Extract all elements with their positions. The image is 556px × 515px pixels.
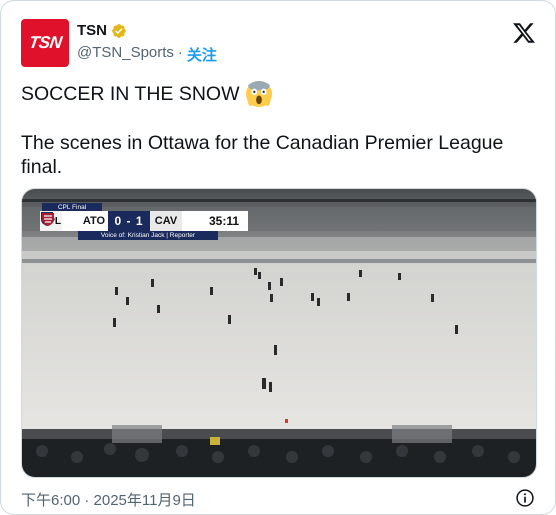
author-name-row: TSN [77,22,127,39]
match-clock: 35:11 [202,211,246,231]
verified-badge-icon [112,23,126,38]
post-text: SOCCER IN THE SNOW The scenes in Ottawa … [21,81,537,179]
post-timestamp[interactable]: 下午6:00 · 2025年11月9日 [21,489,196,510]
video-media[interactable]: CPL Final CPL ATO 0 - 1 CAV 35:11 Voi [21,188,537,478]
scorebug: CPL ATO 0 - 1 CAV 35:11 [40,211,248,231]
handle-row: @TSN_Sports · 关注 [77,44,217,65]
post-text-line1: SOCCER IN THE SNOW [21,81,537,107]
away-crest-icon [42,211,202,231]
home-team: ATO [82,215,106,227]
author-handle[interactable]: @TSN_Sports [77,44,174,65]
post-headline: SOCCER IN THE SNOW [21,83,240,105]
separator-dot: · [177,44,183,61]
scorebug-credit: Voice of: Kristian Jack | Reporter [78,231,218,240]
post-body: The scenes in Ottawa for the Canadian Pr… [21,132,504,178]
post-card: TSN TSN @TSN_Sports · 关注 SOCCER IN THE S… [0,0,556,515]
home-crest-icon [41,211,80,231]
score: 0 - 1 [108,211,150,231]
away-team: CAV [150,211,182,231]
info-icon[interactable] [515,488,535,508]
avatar[interactable]: TSN [21,19,69,67]
x-logo-icon[interactable] [512,21,536,45]
tsn-logo: TSN [27,33,63,52]
follow-button[interactable]: 关注 [187,44,217,65]
author-name[interactable]: TSN [77,22,107,39]
screaming-face-emoji [245,81,272,107]
